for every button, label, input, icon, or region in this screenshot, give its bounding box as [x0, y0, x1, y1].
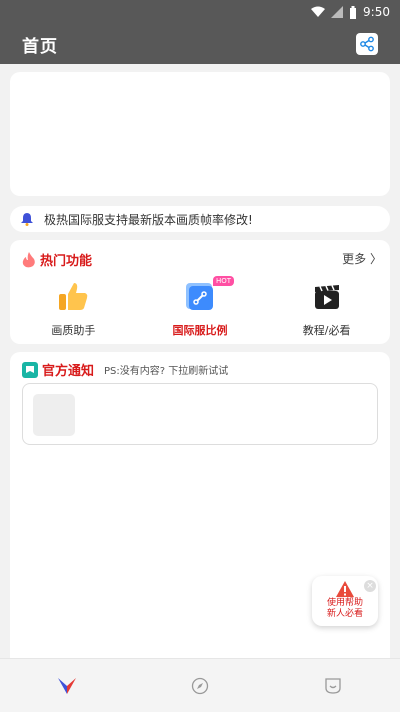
notice-item[interactable] — [22, 383, 378, 445]
hot-features-header: 热门功能 — [22, 250, 92, 269]
official-notice-subtitle: PS:没有内容? 下拉刷新试试 — [104, 366, 229, 377]
hot-badge: HOT — [212, 276, 235, 286]
wifi-icon — [311, 6, 326, 17]
app-bar: 首页 — [0, 24, 400, 64]
thumbs-up-icon — [56, 280, 90, 314]
nav-discover[interactable] — [170, 666, 230, 706]
status-bar: 9:50 — [0, 0, 400, 24]
compass-icon — [191, 677, 209, 694]
notice-icon — [22, 361, 38, 378]
feature-intl-ratio[interactable]: HOT 国际服比例 — [145, 276, 255, 342]
status-time: 9:50 — [363, 5, 390, 19]
notice-text: 极热国际服支持最新版本画质帧率修改! — [44, 212, 253, 227]
feature-label: 教程/必看 — [302, 324, 351, 337]
share-button[interactable] — [356, 33, 378, 55]
official-notice-header: 官方通知 PS:没有内容? 下拉刷新试试 — [22, 360, 228, 379]
document-icon — [183, 280, 217, 314]
battery-icon — [350, 5, 357, 19]
notice-bar[interactable]: 极热国际服支持最新版本画质帧率修改! — [10, 206, 390, 232]
profile-icon — [325, 677, 341, 694]
bell-icon — [21, 213, 33, 226]
bottom-nav — [0, 658, 400, 712]
help-line-2: 新人必看 — [326, 609, 363, 619]
video-icon — [310, 280, 344, 314]
more-link[interactable]: 更多 〉 — [342, 250, 382, 267]
share-icon — [360, 36, 374, 52]
nav-home[interactable] — [37, 666, 97, 706]
nav-profile[interactable] — [303, 666, 363, 706]
hot-features-title: 热门功能 — [40, 254, 93, 269]
official-notice-title: 官方通知 — [42, 364, 95, 379]
close-icon[interactable]: × — [364, 580, 376, 592]
banner-card[interactable] — [10, 72, 390, 196]
feature-label: 画质助手 — [51, 324, 96, 337]
flame-icon — [22, 251, 35, 267]
page-title: 首页 — [22, 36, 58, 57]
help-float-button[interactable]: 使用帮助 新人必看 × — [312, 576, 378, 626]
feature-tutorial[interactable]: 教程/必看 — [272, 280, 382, 342]
feature-label: 国际服比例 — [172, 324, 228, 337]
feature-quality-assistant[interactable]: 画质助手 — [18, 280, 128, 342]
help-line-1: 使用帮助 — [326, 598, 363, 608]
feature-list: 画质助手 HOT 国际服比例 教程/必看 — [10, 276, 390, 342]
notice-thumbnail — [33, 394, 75, 436]
home-logo-icon — [57, 677, 76, 694]
signal-icon — [331, 6, 344, 18]
hot-features-card: 热门功能 更多 〉 画质助手 HOT 国际服比例 教程/必看 — [10, 240, 390, 344]
warning-icon — [336, 581, 354, 597]
